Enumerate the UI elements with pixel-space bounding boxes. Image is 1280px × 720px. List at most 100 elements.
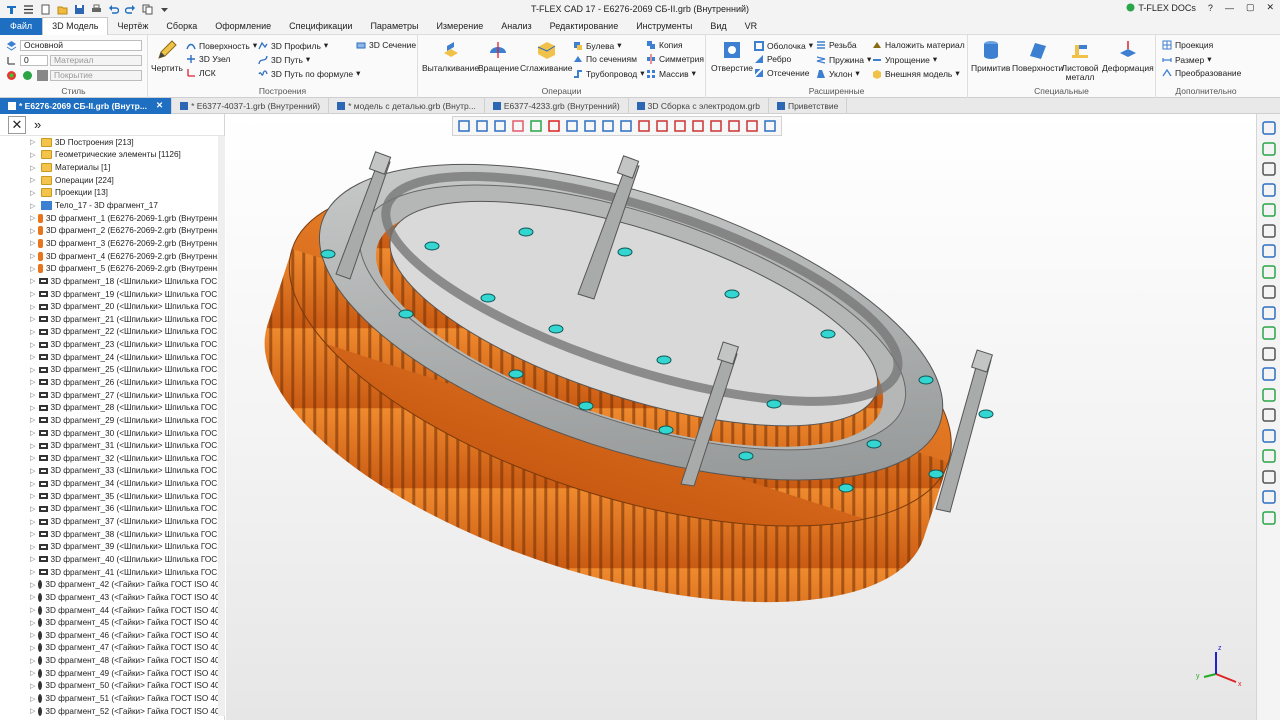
sketch-button[interactable]: Чертить bbox=[151, 39, 183, 73]
tab-3d-model[interactable]: 3D Модель bbox=[42, 17, 109, 35]
tree-item[interactable]: ▷ 3D фрагмент_2 (E6276-2069-2.grb (Внутре… bbox=[0, 224, 224, 237]
expand-arrow-icon[interactable]: ▷ bbox=[30, 202, 38, 210]
tree-item[interactable]: ▷ Геометрические элементы [1126] bbox=[0, 149, 224, 162]
expand-panel-icon[interactable]: » bbox=[34, 117, 41, 132]
expand-arrow-icon[interactable]: ▷ bbox=[30, 492, 36, 500]
tree-item[interactable]: ▷ 3D фрагмент_39 (<Шпильки> Шпилька ГОС..… bbox=[0, 541, 224, 554]
expand-arrow-icon[interactable]: ▷ bbox=[30, 227, 35, 235]
doc-tab-3[interactable]: E6377-4233.grb (Внутренний) bbox=[485, 97, 629, 114]
copy-op-button[interactable]: Копия bbox=[646, 40, 683, 50]
close-tab-icon[interactable]: ✕ bbox=[156, 100, 163, 111]
tree-item[interactable]: ▷ 3D фрагмент_47 (<Гайки> Гайка ГОСТ ISO … bbox=[0, 642, 224, 655]
tree-item[interactable]: ▷ 3D фрагмент_36 (<Шпильки> Шпилька ГОС..… bbox=[0, 503, 224, 516]
expand-arrow-icon[interactable]: ▷ bbox=[30, 353, 36, 361]
tab-vr[interactable]: VR bbox=[736, 18, 767, 35]
boolean-button[interactable]: Булева ▾ bbox=[573, 40, 622, 51]
tree-item[interactable]: ▷ 3D фрагмент_52 (<Гайки> Гайка ГОСТ ISO … bbox=[0, 705, 224, 718]
print-icon[interactable] bbox=[91, 4, 102, 15]
expand-arrow-icon[interactable]: ▷ bbox=[30, 303, 36, 311]
camera-icon[interactable] bbox=[1261, 223, 1277, 239]
text-icon[interactable] bbox=[1261, 489, 1277, 505]
color-swatch[interactable] bbox=[37, 70, 48, 81]
tree-item[interactable]: ▷ 3D фрагмент_34 (<Шпильки> Шпилька ГОС..… bbox=[0, 477, 224, 490]
expand-arrow-icon[interactable]: ▷ bbox=[30, 518, 36, 526]
bolt-head[interactable] bbox=[866, 439, 882, 449]
material-select[interactable]: Материал bbox=[50, 55, 142, 66]
profile3d-button[interactable]: 3D Профиль ▾ bbox=[258, 40, 328, 51]
tree-item[interactable]: ▷ Операции [224] bbox=[0, 174, 224, 187]
tree-item[interactable]: ▷ 3D фрагмент_45 (<Гайки> Гайка ГОСТ ISO … bbox=[0, 616, 224, 629]
expand-arrow-icon[interactable]: ▷ bbox=[30, 290, 36, 298]
tree-item[interactable]: ▷ 3D фрагмент_30 (<Шпильки> Шпилька ГОС..… bbox=[0, 427, 224, 440]
tree-item[interactable]: ▷ 3D фрагмент_24 (<Шпильки> Шпилька ГОС..… bbox=[0, 351, 224, 364]
cut-button[interactable]: Отсечение bbox=[754, 68, 809, 78]
primitive-button[interactable]: Примитив bbox=[971, 39, 1010, 73]
tree-item[interactable]: ▷ 3D фрагмент_37 (<Шпильки> Шпилька ГОС..… bbox=[0, 515, 224, 528]
tree-item[interactable]: ▷ Материалы [1] bbox=[0, 161, 224, 174]
simplify-button[interactable]: Упрощение ▾ bbox=[872, 54, 937, 65]
bolt-head[interactable] bbox=[724, 289, 740, 299]
expand-arrow-icon[interactable]: ▷ bbox=[30, 138, 38, 146]
expand-arrow-icon[interactable]: ▷ bbox=[30, 555, 36, 563]
bolt-head[interactable] bbox=[578, 401, 594, 411]
new-file-icon[interactable] bbox=[40, 4, 51, 15]
smooth-button[interactable]: Сглаживание bbox=[520, 39, 573, 73]
rib-button[interactable]: Ребро bbox=[754, 54, 791, 64]
tree-item[interactable]: ▷ 3D фрагмент_21 (<Шпильки> Шпилька ГОС..… bbox=[0, 313, 224, 326]
expand-arrow-icon[interactable]: ▷ bbox=[30, 657, 35, 665]
hole-button[interactable]: Отверстие bbox=[711, 39, 753, 73]
expand-arrow-icon[interactable]: ▷ bbox=[30, 454, 36, 462]
expand-arrow-icon[interactable]: ▷ bbox=[30, 189, 38, 197]
expand-arrow-icon[interactable]: ▷ bbox=[30, 252, 35, 260]
bolt-head[interactable] bbox=[978, 409, 994, 419]
bolt-head[interactable] bbox=[508, 369, 524, 379]
layers-icon[interactable] bbox=[1261, 243, 1277, 259]
expand-arrow-icon[interactable]: ▷ bbox=[30, 366, 36, 374]
expand-arrow-icon[interactable]: ▷ bbox=[30, 378, 36, 386]
bolt-head[interactable] bbox=[838, 483, 854, 493]
bolt-head[interactable] bbox=[518, 227, 534, 237]
tree-item[interactable]: ▷ 3D фрагмент_49 (<Гайки> Гайка ГОСТ ISO … bbox=[0, 667, 224, 680]
close-button[interactable]: ✕ bbox=[1266, 2, 1274, 13]
tab-view[interactable]: Вид bbox=[701, 18, 735, 35]
color-fill-icon[interactable] bbox=[1261, 407, 1277, 423]
magnet-icon[interactable] bbox=[1261, 141, 1277, 157]
tree-item[interactable]: ▷ 3D фрагмент_18 (<Шпильки> Шпилька ГОС..… bbox=[0, 275, 224, 288]
spring-button[interactable]: Пружина ▾ bbox=[816, 54, 871, 65]
doc-tab-5[interactable]: Приветствие bbox=[769, 97, 848, 114]
sheet-metal-button[interactable]: Листовой металл bbox=[1062, 39, 1099, 82]
expand-arrow-icon[interactable]: ▷ bbox=[30, 593, 35, 601]
brush-icon[interactable] bbox=[1261, 325, 1277, 341]
zoom-in-icon[interactable] bbox=[1261, 182, 1277, 198]
shell-button[interactable]: Оболочка ▾ bbox=[754, 40, 813, 51]
tree-item[interactable]: ▷ 3D фрагмент_25 (<Шпильки> Шпилька ГОС..… bbox=[0, 364, 224, 377]
view-front-icon[interactable] bbox=[1261, 264, 1277, 280]
note-icon[interactable] bbox=[1261, 387, 1277, 403]
expand-arrow-icon[interactable]: ▷ bbox=[30, 315, 36, 323]
tree-item[interactable]: ▷ 3D фрагмент_42 (<Гайки> Гайка ГОСТ ISO … bbox=[0, 578, 224, 591]
doc-tab-1[interactable]: * E6377-4037-1.grb (Внутренний) bbox=[172, 97, 330, 114]
tab-edit[interactable]: Редактирование bbox=[541, 18, 628, 35]
bolt-head[interactable] bbox=[424, 241, 440, 251]
tab-measure[interactable]: Измерение bbox=[427, 18, 492, 35]
customize-icon[interactable] bbox=[159, 4, 170, 15]
help-icon[interactable]: ? bbox=[1208, 3, 1213, 13]
level-input[interactable]: 0 bbox=[20, 55, 48, 66]
extrude-button[interactable]: Выталкивание bbox=[422, 39, 479, 73]
thread-button[interactable]: Резьба bbox=[816, 40, 857, 50]
tree-item[interactable]: ▷ Проекции [13] bbox=[0, 187, 224, 200]
tree-item[interactable]: ▷ 3D фрагмент_28 (<Шпильки> Шпилька ГОС..… bbox=[0, 401, 224, 414]
tree-item[interactable]: ▷ 3D фрагмент_19 (<Шпильки> Шпилька ГОС..… bbox=[0, 288, 224, 301]
surfaces-button[interactable]: Поверхности bbox=[1012, 39, 1063, 73]
size-button[interactable]: Размер ▾ bbox=[1162, 54, 1212, 65]
ext-model-button[interactable]: Внешняя модель ▾ bbox=[872, 68, 960, 79]
tree-item[interactable]: ▷ 3D фрагмент_20 (<Шпильки> Шпилька ГОС..… bbox=[0, 300, 224, 313]
tree-item[interactable]: ▷ 3D фрагмент_40 (<Шпильки> Шпилька ГОС..… bbox=[0, 553, 224, 566]
tree-item[interactable]: ▷ 3D фрагмент_35 (<Шпильки> Шпилька ГОС..… bbox=[0, 490, 224, 503]
tree-item[interactable]: ▷ 3D фрагмент_38 (<Шпильки> Шпилька ГОС..… bbox=[0, 528, 224, 541]
tree-item[interactable]: ▷ 3D фрагмент_48 (<Гайки> Гайка ГОСТ ISO … bbox=[0, 654, 224, 667]
expand-arrow-icon[interactable]: ▷ bbox=[30, 543, 36, 551]
symmetry-button[interactable]: Симметрия bbox=[646, 54, 704, 64]
expand-arrow-icon[interactable]: ▷ bbox=[30, 669, 35, 677]
tab-assembly[interactable]: Сборка bbox=[157, 18, 206, 35]
